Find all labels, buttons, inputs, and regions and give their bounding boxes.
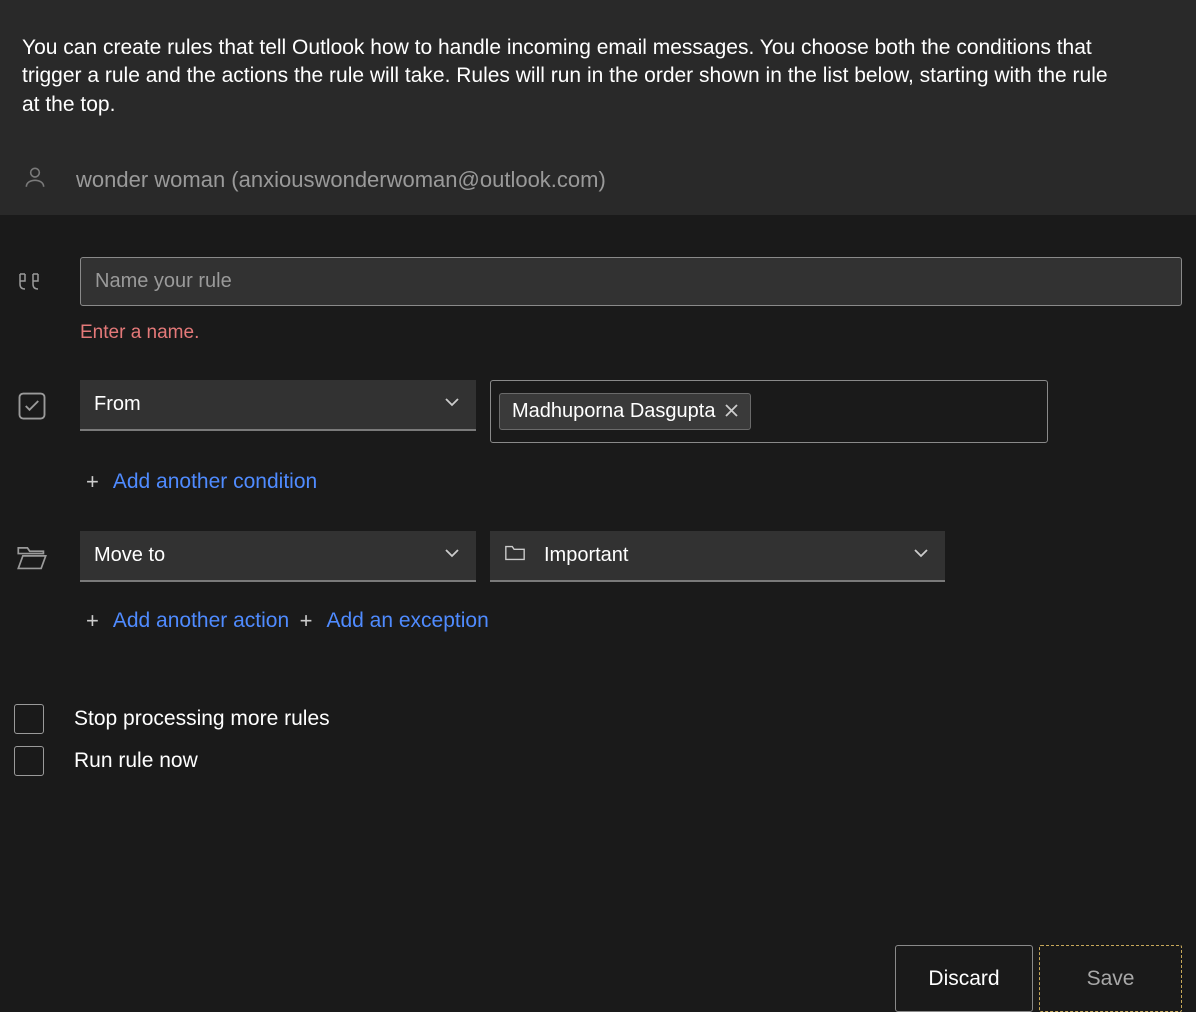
- action-section: Move to Important: [14, 531, 1182, 664]
- person-pill[interactable]: Madhuporna Dasgupta: [499, 393, 751, 430]
- chevron-down-icon: [444, 544, 460, 567]
- add-condition-link[interactable]: + Add another condition: [80, 469, 317, 495]
- run-now-checkbox[interactable]: [14, 746, 44, 776]
- account-row: wonder woman (anxiouswonderwoman@outlook…: [22, 164, 1174, 215]
- rule-name-row: Enter a name.: [14, 257, 1182, 374]
- checkbox-section: Stop processing more rules Run rule now: [14, 704, 1182, 776]
- action-folder-dropdown[interactable]: Important: [490, 531, 945, 582]
- rule-name-input[interactable]: [80, 257, 1182, 306]
- plus-icon: +: [86, 608, 99, 634]
- main-content: Enter a name. From Madhuporna Dasgupta: [0, 215, 1196, 776]
- stop-processing-label: Stop processing more rules: [74, 707, 330, 731]
- condition-person-input[interactable]: Madhuporna Dasgupta: [490, 380, 1048, 443]
- add-exception-link[interactable]: + Add an exception: [294, 608, 489, 634]
- add-action-link[interactable]: + Add another action: [80, 608, 289, 634]
- action-type-label: Move to: [94, 544, 165, 567]
- header-section: You can create rules that tell Outlook h…: [0, 0, 1196, 215]
- close-icon[interactable]: [725, 400, 738, 423]
- person-icon: [22, 164, 48, 195]
- account-name: wonder woman (anxiouswonderwoman@outlook…: [76, 167, 606, 193]
- add-condition-label: Add another condition: [113, 470, 317, 494]
- discard-button[interactable]: Discard: [895, 945, 1033, 1012]
- person-pill-name: Madhuporna Dasgupta: [512, 400, 715, 423]
- add-exception-label: Add an exception: [326, 609, 488, 633]
- action-type-dropdown[interactable]: Move to: [80, 531, 476, 582]
- run-now-row: Run rule now: [14, 746, 1182, 776]
- condition-section: From Madhuporna Dasgupta + Add an: [14, 380, 1182, 525]
- plus-icon: +: [86, 469, 99, 495]
- plus-icon: +: [300, 608, 313, 634]
- action-folder-label: Important: [544, 544, 628, 567]
- add-action-label: Add another action: [113, 609, 289, 633]
- save-button[interactable]: Save: [1039, 945, 1182, 1012]
- checkmark-icon: [14, 388, 50, 424]
- condition-type-label: From: [94, 393, 141, 416]
- stop-processing-row: Stop processing more rules: [14, 704, 1182, 734]
- rules-description: You can create rules that tell Outlook h…: [22, 34, 1122, 164]
- folder-icon: [504, 543, 526, 569]
- stop-processing-checkbox[interactable]: [14, 704, 44, 734]
- chevron-down-icon: [444, 393, 460, 416]
- move-folder-icon: [14, 539, 50, 575]
- chevron-down-icon: [913, 544, 929, 567]
- run-now-label: Run rule now: [74, 749, 198, 773]
- condition-type-dropdown[interactable]: From: [80, 380, 476, 431]
- footer-buttons: Discard Save: [895, 945, 1182, 1012]
- quote-icon: [14, 265, 50, 301]
- rule-name-error: Enter a name.: [80, 322, 1182, 344]
